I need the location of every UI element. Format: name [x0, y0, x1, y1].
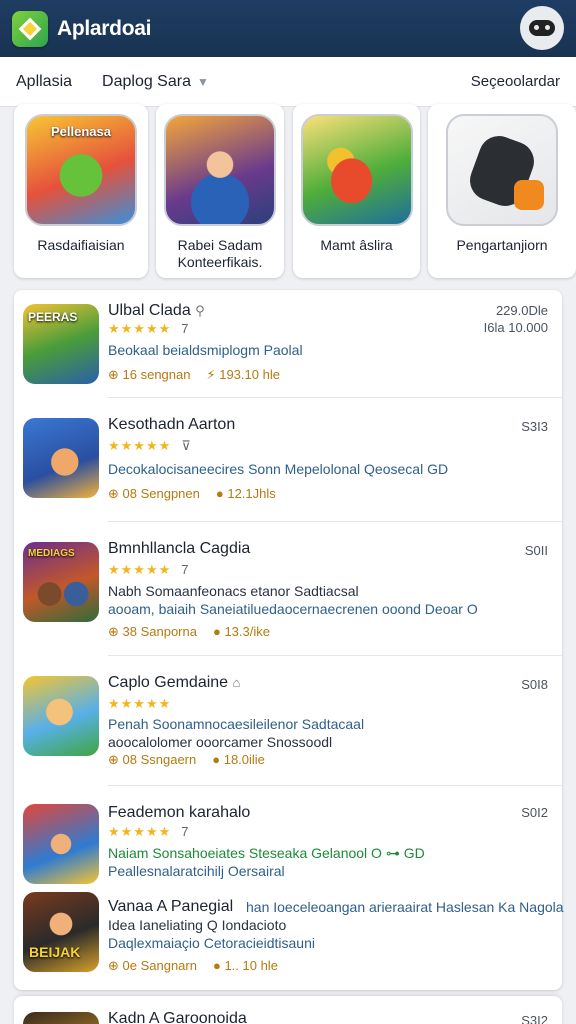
game-icon [300, 114, 413, 226]
app-meta: ⊕ 08 Ssngaern ● 18.0ilie [108, 752, 265, 767]
icon-logo-text: PEERAS [28, 310, 78, 324]
app-size: 229.0Dle I6la 10.000 [483, 303, 548, 335]
game-icon: Pellenasa [25, 114, 137, 226]
star-rating: ★★★★★ 7 [108, 321, 189, 336]
app-title: Bmnhllancla Cagdia [108, 540, 251, 557]
tab-dropdown-label: Daplog Sara [102, 72, 191, 90]
icon-logo-text: BEIJAK [29, 944, 81, 960]
app-description: Decokalocisaneecires Sonn Mepelolonal Qe… [108, 461, 449, 477]
tab-right[interactable]: Seçeoolardar [471, 73, 560, 90]
star-rating: ★★★★★ ⊽ [108, 438, 191, 453]
app-list: PEERAS Ulbal Clada ⚲ ★★★★★ 7 Beokaal beia… [14, 290, 564, 990]
game-icon [23, 1012, 99, 1024]
list-item[interactable]: Feademon karahalo ★★★★★ 7 Naiam Sonsahoei… [14, 786, 564, 986]
list-item[interactable]: MEDIAGS Bmnhllancla Cagdia ★★★★★ 7 Nabh S… [14, 522, 562, 656]
app-size: S0II [524, 543, 548, 558]
star-rating: ★★★★★ 7 [108, 562, 189, 577]
game-icon [23, 804, 99, 884]
tab-bar: Apllasia Daplog Sara ▼ Seçeoolardar [0, 57, 576, 107]
app-description: Nabh Somaanfeonacs etanor Sadtiacsal aoo… [108, 583, 478, 617]
game-icon [23, 418, 99, 498]
app-description: han Ioeceleoangan arieraairat Haslesan K… [246, 899, 564, 915]
gamepad-app-icon [446, 114, 558, 226]
featured-card[interactable]: Pengartanjiorn [428, 104, 576, 278]
featured-label: Rasdaifiaisian [37, 237, 125, 253]
app-meta: ⊕ 0e Sangnarn ● 1.. 10 hle [108, 958, 278, 973]
featured-label: Rabei Sadam Konteerfikais. [177, 237, 263, 270]
list-item[interactable]: Caplo Gemdaine ⌂ ★★★★★ Penah Soonamnocae… [14, 656, 562, 786]
game-icon: BEIJAK [23, 892, 99, 972]
star-rating: ★★★★★ 7 [108, 824, 189, 839]
gamepad-avatar-icon[interactable] [520, 6, 564, 50]
app-title: Kadn A Garoonoida [108, 1010, 247, 1024]
list-item[interactable]: Kesothadn Aarton ★★★★★ ⊽ Decokalocisaneec… [14, 398, 562, 522]
app-size: S0I8 [521, 677, 548, 692]
app-logo-icon[interactable] [12, 10, 48, 47]
app-meta: ⊕ 08 Sengpnen ● 12.1Jhls [108, 486, 276, 501]
app-description: Penah Soonamnocaesileilenor Sadtacaal ao… [108, 716, 365, 750]
featured-card[interactable]: Rabei Sadam Konteerfikais. [156, 104, 284, 278]
tab-dropdown[interactable]: Daplog Sara ▼ [102, 73, 209, 91]
star-rating: ★★★★★ [108, 696, 172, 711]
game-icon: PEERAS [23, 304, 99, 384]
app-title: Vanaa A Panegial [108, 898, 234, 915]
featured-carousel: Pellenasa Rasdaifiaisian Rabei Sadam Kon… [14, 104, 576, 282]
app-size: S3I2 [521, 1013, 548, 1024]
app-size: S0I2 [521, 805, 548, 820]
app-description: Idea Ianeliating Q Iondacioto Daqlexmaia… [108, 917, 315, 951]
app-title: Kesothadn Aarton [108, 416, 236, 433]
tab-apllasia[interactable]: Apllasia [16, 73, 72, 91]
app-description: Beokaal beialdsmiplogm Paolal [108, 342, 303, 358]
icon-logo-text: Pellenasa [51, 124, 111, 139]
list-item-partial[interactable]: Kadn A Garoonoida S3I2 [14, 996, 562, 1024]
game-icon [23, 676, 99, 756]
pin-icon: ⚲ [195, 303, 205, 318]
app-title: Ulbal Clada ⚲ [108, 302, 205, 319]
featured-label: Pengartanjiorn [456, 237, 548, 253]
chevron-down-icon: ▼ [196, 74, 209, 89]
game-icon [164, 114, 276, 226]
app-size: S3I3 [521, 419, 548, 434]
app-description: Naiam Sonsahoeiates Steseaka Gelanool O … [108, 845, 425, 879]
game-icon: MEDIAGS [23, 542, 99, 622]
list-item[interactable]: PEERAS Ulbal Clada ⚲ ★★★★★ 7 Beokaal beia… [14, 290, 562, 398]
app-title: Feademon karahalo [108, 804, 251, 821]
app-title: Aplardoai [57, 16, 152, 40]
app-meta: ⊕ 16 sengnan ⚡ 193.10 hle [108, 367, 280, 382]
app-meta: ⊕ 38 Sanporna ● 13.3/ike [108, 624, 270, 639]
icon-logo-text: MEDIAGS [28, 548, 75, 559]
app-bar: Aplardoai [0, 0, 576, 57]
featured-label: Mamt âslira [320, 237, 393, 253]
app-title: Caplo Gemdaine ⌂ [108, 674, 241, 691]
featured-card[interactable]: Pellenasa Rasdaifiaisian [14, 104, 148, 278]
featured-card[interactable]: Mamt âslira [293, 104, 420, 278]
